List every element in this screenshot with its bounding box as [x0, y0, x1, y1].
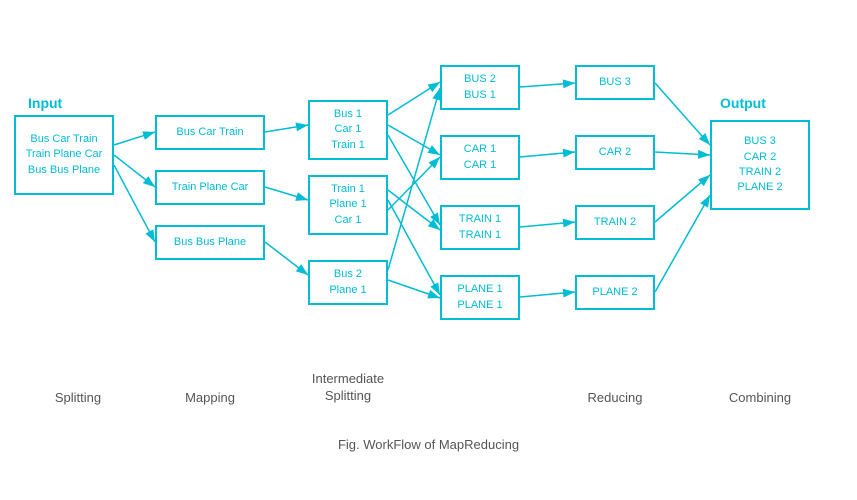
inter-box-2: CAR 1 CAR 1	[440, 135, 520, 180]
output-title: Output	[720, 95, 766, 111]
reduce-box-2: CAR 2	[575, 135, 655, 170]
reducing-label: Reducing	[575, 390, 655, 405]
map-box-3: Bus Bus Plane	[155, 225, 265, 260]
input-box: Bus Car Train Train Plane Car Bus Bus Pl…	[14, 115, 114, 195]
splitting-label: Splitting	[28, 390, 128, 405]
reduce-box-3: TRAIN 2	[575, 205, 655, 240]
input-title: Input	[28, 95, 62, 111]
map-box-2: Train Plane Car	[155, 170, 265, 205]
reduce-box-4: PLANE 2	[575, 275, 655, 310]
mapping-label: Mapping	[155, 390, 265, 405]
combining-label: Combining	[710, 390, 810, 405]
inter-box-4: PLANE 1 PLANE 1	[440, 275, 520, 320]
map-box-1: Bus Car Train	[155, 115, 265, 150]
output-box: BUS 3 CAR 2 TRAIN 2 PLANE 2	[710, 120, 810, 210]
split-box-3: Bus 2 Plane 1	[308, 260, 388, 305]
fig-caption: Fig. WorkFlow of MapReducing	[0, 437, 857, 452]
split-box-1: Bus 1 Car 1 Train 1	[308, 100, 388, 160]
inter-box-1: BUS 2 BUS 1	[440, 65, 520, 110]
reduce-box-1: BUS 3	[575, 65, 655, 100]
split-box-2: Train 1 Plane 1 Car 1	[308, 175, 388, 235]
intermediate-label: Intermediate Splitting	[308, 371, 388, 405]
inter-box-3: TRAIN 1 TRAIN 1	[440, 205, 520, 250]
